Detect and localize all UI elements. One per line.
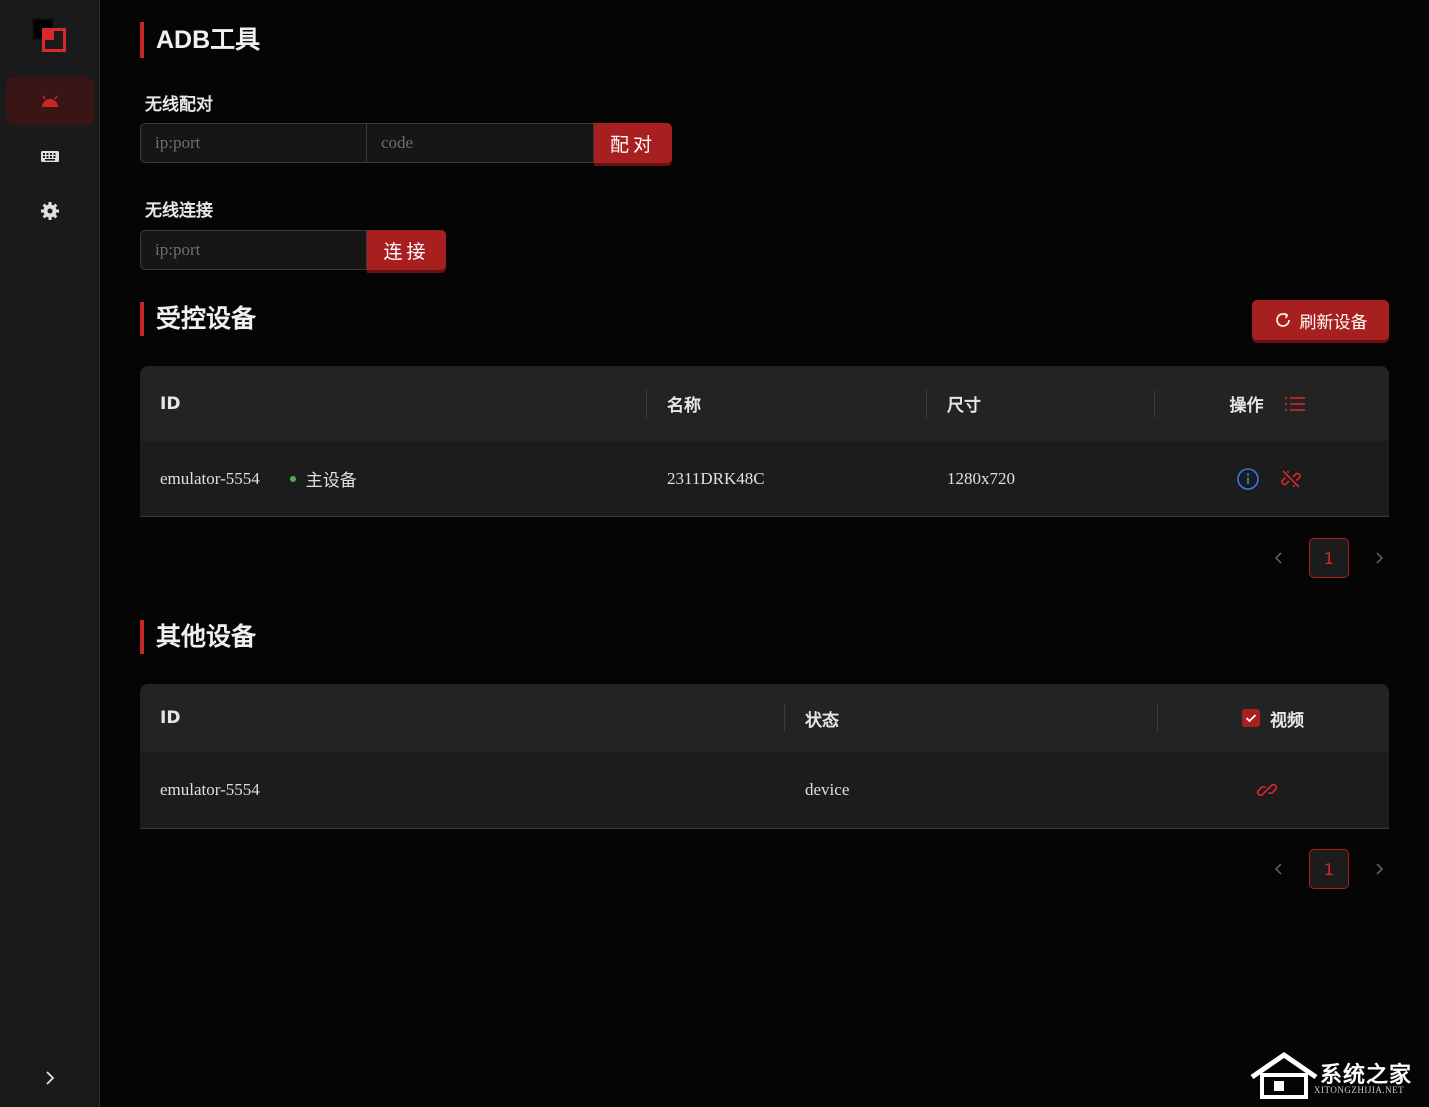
device-name-cell: 2311DRK48C (667, 468, 765, 488)
connect-label: 无线连接 (145, 201, 213, 221)
table-header: ID 状态 视频 (140, 684, 1389, 752)
online-dot (289, 475, 296, 482)
android-icon (42, 95, 58, 107)
next-page-button[interactable] (1369, 548, 1389, 568)
device-id-cell: emulator-5554 (160, 780, 260, 799)
column-header-id: ID (160, 708, 181, 728)
chevron-right-icon (46, 1071, 55, 1085)
link-icon[interactable] (1256, 779, 1278, 801)
column-header-state: 状态 (784, 684, 1157, 752)
watermark-subtext: XITONGZHIJIA.NET (1314, 1085, 1405, 1095)
keyboard-icon (41, 151, 59, 162)
chevron-right-icon (1376, 552, 1384, 564)
app-logo (32, 18, 68, 54)
device-id-cell: emulator-5554 主设备 (140, 466, 646, 492)
prev-page-button[interactable] (1269, 548, 1289, 568)
sidebar (0, 0, 100, 1107)
pair-button[interactable]: 配对 (594, 123, 672, 163)
table-header: ID 名称 尺寸 操作 (140, 366, 1389, 441)
other-devices-table: ID 状态 视频 emulator-5554 device (140, 684, 1389, 829)
page-title: ADB工具 (140, 22, 260, 58)
column-header-actions: 操作 (1154, 366, 1389, 441)
refresh-icon (1275, 312, 1290, 327)
controlled-pagination: 1 (1269, 538, 1389, 578)
sidebar-expand-button[interactable] (38, 1066, 62, 1090)
gear-icon (41, 202, 59, 220)
other-devices-title: 其他设备 (140, 620, 256, 654)
nav-item-keyboard[interactable] (6, 132, 94, 180)
disconnect-icon[interactable] (1280, 468, 1302, 490)
prev-page-button[interactable] (1269, 859, 1289, 879)
chevron-right-icon (1376, 863, 1384, 875)
page-number-button[interactable]: 1 (1309, 849, 1349, 889)
pair-form: 配对 (140, 123, 672, 163)
refresh-devices-button[interactable]: 刷新设备 (1252, 300, 1389, 340)
device-actions-cell (1157, 779, 1389, 801)
pair-code-input[interactable] (367, 123, 594, 163)
table-row: emulator-5554 主设备 2311DRK48C 1280x720 (140, 441, 1389, 517)
controlled-devices-title: 受控设备 (140, 302, 256, 336)
device-state-cell: device (805, 780, 850, 799)
table-row: emulator-5554 device (140, 752, 1389, 829)
column-header-name: 名称 (646, 366, 926, 441)
nav-item-settings[interactable] (6, 187, 94, 235)
house-logo-icon (1250, 1051, 1318, 1099)
device-actions-cell (1154, 467, 1389, 491)
connect-button[interactable]: 连接 (367, 230, 446, 270)
column-header-video: 视频 (1157, 684, 1389, 752)
column-header-id: ID (160, 393, 181, 414)
pair-ip-input[interactable] (140, 123, 367, 163)
column-menu-icon[interactable] (1284, 395, 1306, 413)
nav-item-adb[interactable] (6, 77, 94, 125)
connect-ip-input[interactable] (140, 230, 367, 270)
column-header-size: 尺寸 (926, 366, 1154, 441)
watermark: 系统之家 XITONGZHIJIA.NET (1248, 1051, 1423, 1101)
refresh-devices-label: 刷新设备 (1299, 312, 1368, 332)
controlled-devices-table: ID 名称 尺寸 操作 emulator-5554 主设备 2311DRK48C… (140, 366, 1389, 517)
check-icon (1245, 714, 1257, 723)
chevron-left-icon (1274, 552, 1282, 564)
pair-label: 无线配对 (145, 95, 213, 115)
info-icon[interactable] (1236, 467, 1260, 491)
connect-form: 连接 (140, 230, 446, 270)
next-page-button[interactable] (1369, 859, 1389, 879)
video-checkbox[interactable] (1242, 709, 1260, 727)
device-role-badge: 主设备 (305, 471, 357, 491)
device-size-cell: 1280x720 (947, 468, 1015, 488)
page-number-button[interactable]: 1 (1309, 538, 1349, 578)
chevron-left-icon (1274, 863, 1282, 875)
device-id: emulator-5554 (160, 468, 260, 488)
others-pagination: 1 (1269, 849, 1389, 889)
